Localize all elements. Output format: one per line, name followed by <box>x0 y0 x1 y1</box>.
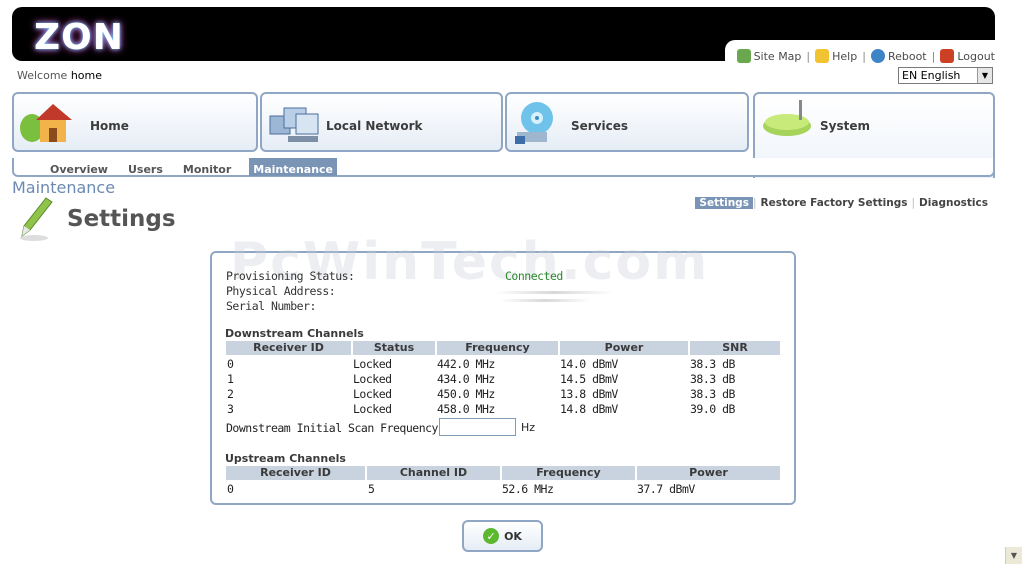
table-cell: Locked <box>353 357 392 371</box>
site-map-icon <box>736 49 751 63</box>
page-title: Settings <box>67 206 176 232</box>
table-cell: 37.7 dBmV <box>637 482 695 496</box>
tab-system-label: System <box>820 119 870 133</box>
subnav-overview[interactable]: Overview <box>40 158 118 176</box>
downstream-title: Downstream Channels <box>225 327 364 340</box>
section-title: Maintenance <box>12 178 116 197</box>
table-cell: 0 <box>227 482 234 496</box>
scan-frequency-label: Downstream Initial Scan Frequency: <box>226 421 445 435</box>
link-settings[interactable]: Settings <box>695 197 753 209</box>
chevron-down-icon: ▼ <box>977 68 992 83</box>
top-links: Site Map | Help | Reboot | Logout <box>724 40 1022 68</box>
table-cell: 38.3 dB <box>690 357 735 371</box>
pen-icon <box>20 197 53 241</box>
welcome-text: Welcome home <box>17 69 103 82</box>
logout-icon <box>940 49 955 63</box>
table-cell: 450.0 MHz <box>437 387 495 401</box>
link-restore-factory[interactable]: Restore Factory Settings <box>757 197 912 209</box>
tab-home-label: Home <box>90 119 129 133</box>
table-cell: 52.6 MHz <box>502 482 554 496</box>
subnav-users[interactable]: Users <box>118 158 173 176</box>
redacted-serial <box>500 299 590 302</box>
provisioning-label: Provisioning Status: <box>226 269 355 283</box>
computers-icon <box>269 107 319 142</box>
table-cell: 0 <box>227 357 234 371</box>
language-value: EN English <box>902 69 961 82</box>
ok-label: OK <box>504 529 522 543</box>
table-cell: Locked <box>353 372 392 386</box>
ok-button[interactable]: ✓ OK <box>462 520 543 552</box>
reboot-link[interactable]: Reboot <box>870 49 927 63</box>
us-header-channel: Channel ID <box>367 466 500 480</box>
us-header-receiver: Receiver ID <box>226 466 365 480</box>
ds-header-receiver: Receiver ID <box>226 341 351 355</box>
provisioning-status: Connected <box>505 269 563 283</box>
ds-header-snr: SNR <box>690 341 780 355</box>
table-cell: 1 <box>227 372 234 386</box>
router-icon <box>763 100 811 136</box>
table-cell: 13.8 dBmV <box>560 387 618 401</box>
language-select[interactable]: EN English ▼ <box>898 67 993 84</box>
table-cell: 434.0 MHz <box>437 372 495 386</box>
table-cell: 38.3 dB <box>690 387 735 401</box>
scroll-down-button[interactable]: ▼ <box>1005 547 1022 564</box>
table-cell: 14.5 dBmV <box>560 372 618 386</box>
physical-address-label: Physical Address: <box>226 284 336 298</box>
check-icon: ✓ <box>483 528 500 544</box>
table-cell: 5 <box>368 482 375 496</box>
table-cell: 3 <box>227 402 234 416</box>
tab-home[interactable]: Home <box>12 92 258 152</box>
zon-logo: ZON <box>34 17 124 58</box>
logout-link[interactable]: Logout <box>940 49 995 63</box>
house-icon <box>20 104 72 142</box>
us-header-frequency: Frequency <box>502 466 635 480</box>
subnav-maintenance[interactable]: Maintenance <box>249 158 338 176</box>
ds-header-status: Status <box>353 341 435 355</box>
tab-local-network[interactable]: Local Network <box>260 92 503 152</box>
username: home <box>70 69 103 82</box>
redacted-mac <box>494 291 614 294</box>
table-cell: 14.8 dBmV <box>560 402 618 416</box>
ds-header-power: Power <box>560 341 688 355</box>
help-icon <box>815 49 830 63</box>
us-header-power: Power <box>637 466 780 480</box>
table-cell: 14.0 dBmV <box>560 357 618 371</box>
help-link[interactable]: Help <box>815 49 857 63</box>
link-diagnostics[interactable]: Diagnostics <box>915 197 992 209</box>
ds-header-frequency: Frequency <box>437 341 558 355</box>
table-cell: 38.3 dB <box>690 372 735 386</box>
serial-number-label: Serial Number: <box>226 299 316 313</box>
tab-services[interactable]: Services <box>505 92 749 152</box>
disc-icon <box>515 102 553 144</box>
subnav: Overview Users Monitor Maintenance <box>12 158 338 176</box>
table-cell: 39.0 dB <box>690 402 735 416</box>
scan-frequency-input[interactable] <box>439 418 516 436</box>
table-cell: 442.0 MHz <box>437 357 495 371</box>
table-cell: Locked <box>353 402 392 416</box>
table-cell: 458.0 MHz <box>437 402 495 416</box>
table-cell: Locked <box>353 387 392 401</box>
tab-local-network-label: Local Network <box>326 119 423 133</box>
site-map-link[interactable]: Site Map <box>736 49 801 63</box>
subnav-monitor[interactable]: Monitor <box>173 158 241 176</box>
table-cell: 2 <box>227 387 234 401</box>
maintenance-links: Settings | Restore Factory Settings | Di… <box>695 197 992 209</box>
upstream-title: Upstream Channels <box>225 452 346 465</box>
tab-services-label: Services <box>571 119 629 133</box>
power-icon <box>870 49 885 63</box>
scan-frequency-unit: Hz <box>521 421 536 434</box>
